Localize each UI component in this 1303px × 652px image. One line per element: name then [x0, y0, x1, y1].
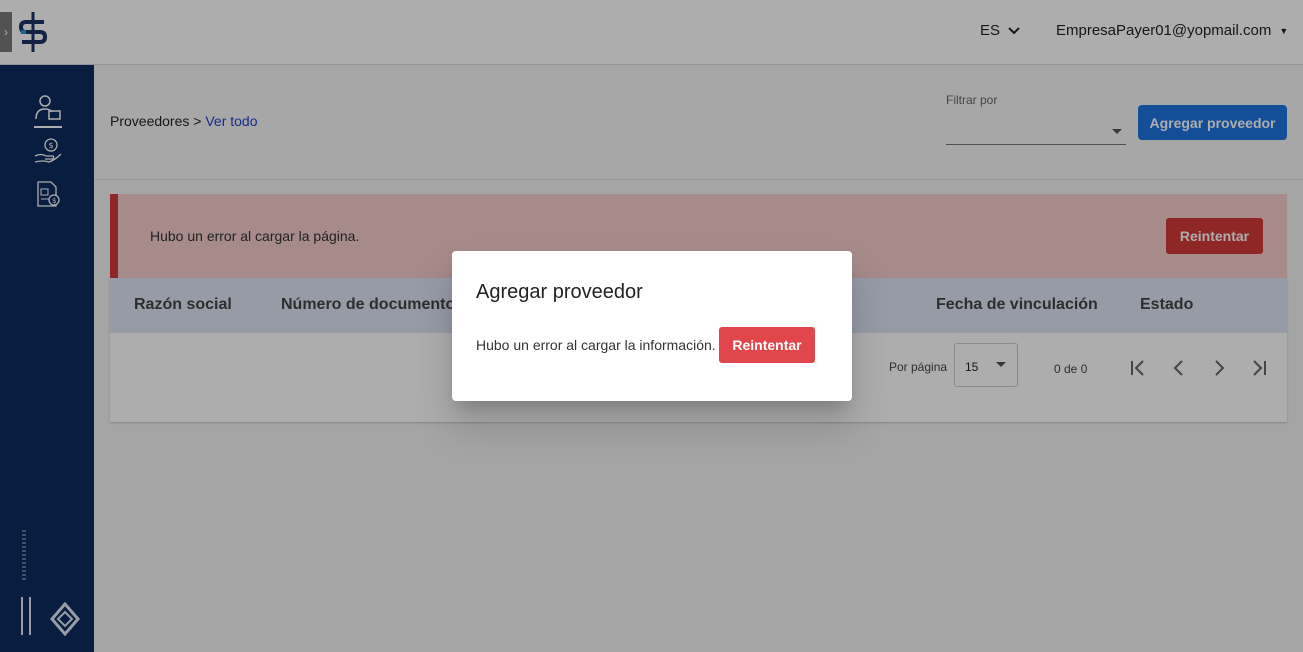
dialog-error-message: Hubo un error al cargar la información.	[476, 337, 716, 353]
dialog-retry-button[interactable]: Reintentar	[719, 327, 815, 363]
dialog-title: Agregar proveedor	[476, 281, 643, 303]
add-supplier-dialog: Agregar proveedor Hubo un error al carga…	[452, 251, 852, 401]
